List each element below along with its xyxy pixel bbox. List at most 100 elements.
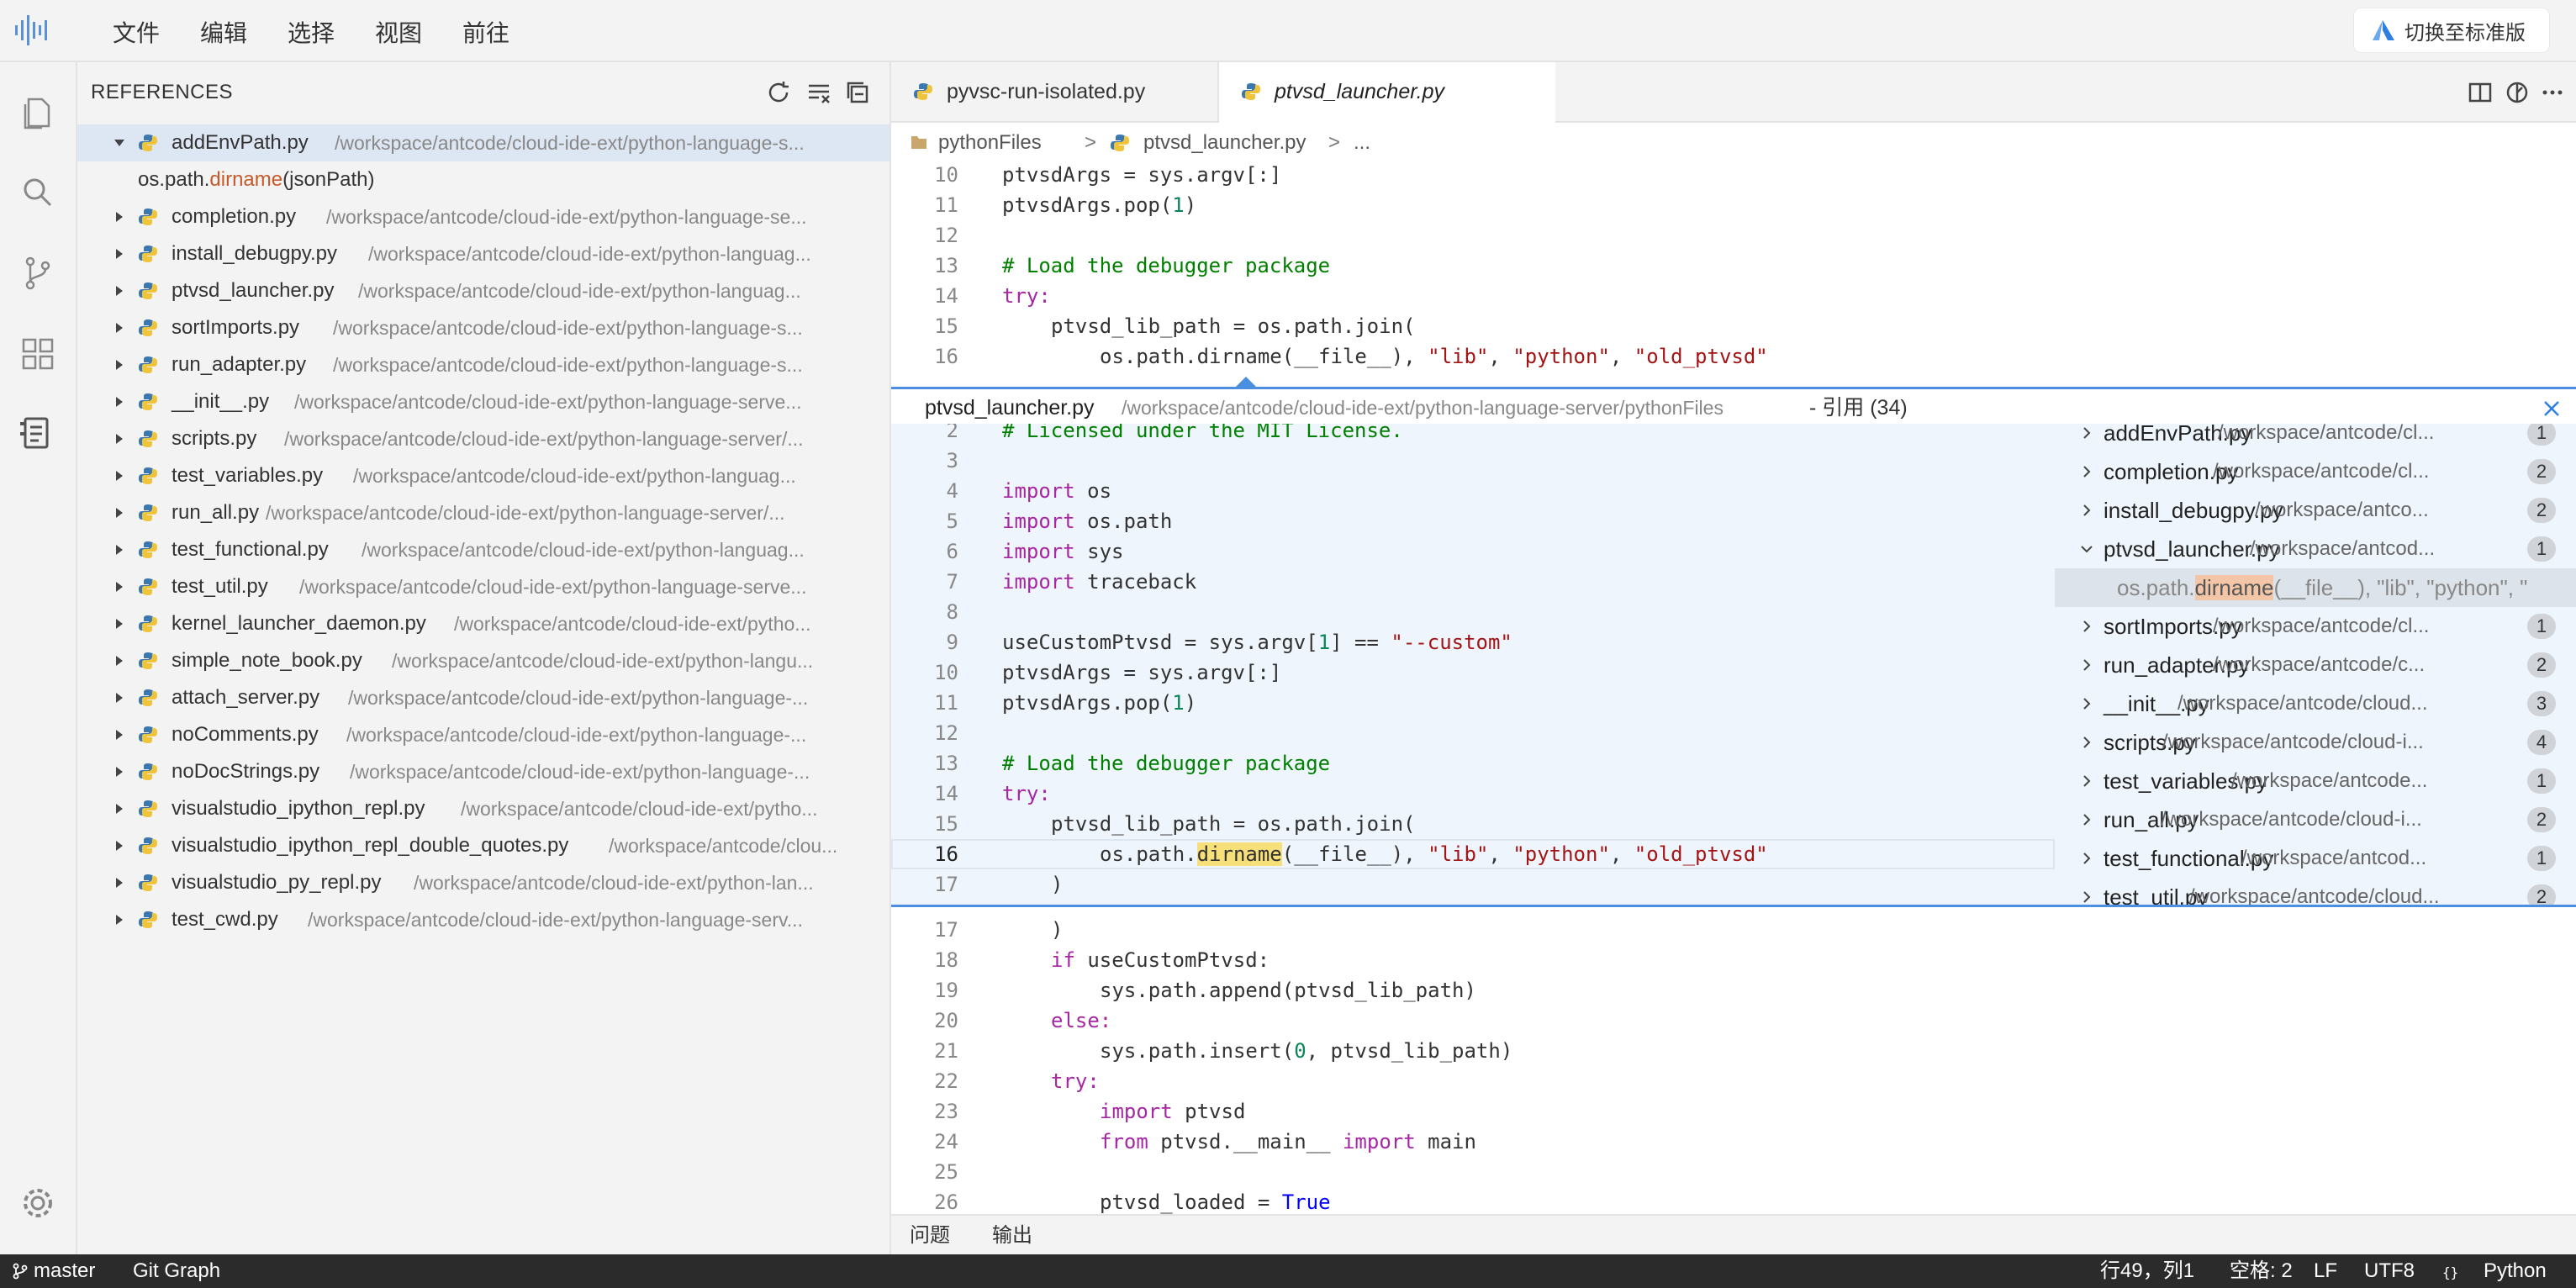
reference-file-item[interactable]: ptvsd_launcher.py/workspace/antcode/clou… xyxy=(77,272,889,309)
reference-file-item[interactable]: visualstudio_ipython_repl.py/workspace/a… xyxy=(77,790,889,827)
peek-reference-item[interactable]: test_util.py/workspace/antcode/cloud... 2 xyxy=(2055,878,2576,905)
settings-gear-icon[interactable] xyxy=(18,1184,57,1222)
language-braces-icon: {} xyxy=(2442,1264,2458,1280)
indentation[interactable]: 空格: 2 xyxy=(2230,1254,2293,1288)
peek-file-name: ptvsd_launcher.py xyxy=(925,396,1095,420)
menu-file[interactable]: 文件 xyxy=(113,15,160,49)
reference-file-selected[interactable]: addEnvPath.py /workspace/antcode/cloud-i… xyxy=(77,124,889,161)
tab-output[interactable]: 输出 xyxy=(992,1216,1032,1256)
chevron-right-icon xyxy=(2083,466,2091,478)
chevron-right-icon xyxy=(116,878,123,888)
menubar: 文件 编辑 选择 视图 前往 切换至标准版 xyxy=(0,0,2576,62)
reference-count-badge: 3 xyxy=(2527,691,2556,716)
reference-path: /workspace/antcode/cloud-i... xyxy=(2161,808,2422,831)
menu-go[interactable]: 前往 xyxy=(462,15,509,49)
reference-file-item[interactable]: noDocStrings.py/workspace/antcode/cloud-… xyxy=(77,753,889,790)
reference-file-item[interactable]: visualstudio_ipython_repl_double_quotes.… xyxy=(77,827,889,864)
reference-match[interactable]: os.path.dirname(jsonPath) xyxy=(138,161,375,198)
reference-file-item[interactable]: test_variables.py/workspace/antcode/clou… xyxy=(77,457,889,494)
chevron-right-icon xyxy=(116,508,123,518)
chevron-right-icon xyxy=(2083,891,2091,903)
peek-reference-item[interactable]: install_debugpy.py/workspace/antco... 2 xyxy=(2055,491,2576,530)
refresh-icon[interactable] xyxy=(765,79,792,106)
reference-file-item[interactable]: run_adapter.py/workspace/antcode/cloud-i… xyxy=(77,346,889,383)
tab-ptvsd-launcher[interactable]: ptvsd_launcher.py xyxy=(1219,62,1555,123)
git-graph[interactable]: Git Graph xyxy=(133,1254,220,1288)
search-icon[interactable] xyxy=(18,173,57,212)
switch-edition-button[interactable]: 切换至标准版 xyxy=(2354,8,2549,52)
explorer-icon[interactable] xyxy=(18,92,57,131)
close-icon[interactable] xyxy=(2542,399,2561,418)
peek-reference-item[interactable]: test_variables.py/workspace/antcode... 1 xyxy=(2055,762,2576,800)
reference-file-item[interactable]: attach_server.py/workspace/antcode/cloud… xyxy=(77,679,889,716)
menu-view[interactable]: 视图 xyxy=(375,15,422,49)
collapse-all-icon[interactable] xyxy=(844,79,871,106)
reference-file-item[interactable]: install_debugpy.py/workspace/antcode/clo… xyxy=(77,235,889,272)
code-editor-bottom[interactable]: 17) 18 if useCustomPtvsd: 19 sys.path.appe… xyxy=(891,915,2576,1214)
reference-file-item[interactable]: scripts.py/workspace/antcode/cloud-ide-e… xyxy=(77,420,889,457)
file-name: run_all.py xyxy=(172,501,260,524)
breadcrumb-file[interactable]: ptvsd_launcher.py xyxy=(1143,121,1306,165)
python-file-icon xyxy=(139,874,157,891)
peek-reference-item[interactable]: run_adapter.py/workspace/antcode/c... 2 xyxy=(2055,646,2576,684)
python-file-icon xyxy=(139,652,157,669)
branch-name[interactable]: master xyxy=(34,1254,95,1288)
peek-reference-item[interactable]: test_functional.py/workspace/antcod... 1 xyxy=(2055,839,2576,878)
chevron-right-icon xyxy=(2083,775,2091,787)
chevron-right-icon xyxy=(116,841,123,851)
reference-file-item[interactable]: noComments.py/workspace/antcode/cloud-id… xyxy=(77,716,889,753)
references-icon[interactable] xyxy=(18,414,57,452)
match-prefix: os.path. xyxy=(2117,575,2195,600)
python-file-icon xyxy=(139,393,157,410)
file-path: /workspace/antcode/cloud-ide-ext/python-… xyxy=(346,724,807,746)
tab-problems[interactable]: 问题 xyxy=(910,1216,950,1256)
breadcrumb-folder[interactable]: pythonFiles xyxy=(938,121,1042,165)
reference-file-item[interactable]: visualstudio_py_repl.py/workspace/antcod… xyxy=(77,864,889,901)
end-of-line[interactable]: LF xyxy=(2314,1254,2337,1288)
peek-reference-item[interactable]: addEnvPath.py/workspace/antcode/cl... 1 xyxy=(2055,424,2576,452)
peek-reference-item[interactable]: run_all.py/workspace/antcode/cloud-i... 2 xyxy=(2055,800,2576,839)
file-name: install_debugpy.py xyxy=(172,242,338,265)
code-editor-top[interactable]: 10 ptvsdArgs = sys.argv[:] 11 ptvsdArgs.po… xyxy=(891,160,2576,387)
reference-file-item[interactable]: test_functional.py/workspace/antcode/clo… xyxy=(77,531,889,568)
more-actions-icon[interactable] xyxy=(2541,81,2564,104)
python-file-icon xyxy=(139,319,157,336)
menu-edit[interactable]: 编辑 xyxy=(200,15,247,49)
peek-reference-match[interactable]: os.path.dirname(__file__), "lib", "pytho… xyxy=(2055,568,2576,607)
reference-file-item[interactable]: test_cwd.py/workspace/antcode/cloud-ide-… xyxy=(77,901,889,938)
reference-file-item[interactable]: test_util.py/workspace/antcode/cloud-ide… xyxy=(77,568,889,605)
breadcrumb-more[interactable]: ... xyxy=(1354,121,1370,165)
reference-file-item[interactable]: sortImports.py/workspace/antcode/cloud-i… xyxy=(77,309,889,346)
peek-reference-item[interactable]: __init__.py/workspace/antcode/cloud... 3 xyxy=(2055,684,2576,723)
split-editor-icon[interactable] xyxy=(2468,81,2492,104)
reference-path: /workspace/antcode/cloud-i... xyxy=(2162,731,2424,753)
peek-reference-item[interactable]: scripts.py/workspace/antcode/cloud-i... 4 xyxy=(2055,723,2576,762)
cursor-position[interactable]: 行49，列1 xyxy=(2100,1254,2194,1288)
reference-file-item[interactable]: completion.py/workspace/antcode/cloud-id… xyxy=(77,198,889,235)
source-control-icon[interactable] xyxy=(18,254,57,293)
file-name: scripts.py xyxy=(172,427,257,450)
open-changes-icon[interactable] xyxy=(2505,81,2529,104)
peek-code[interactable]: 2 # Licensed under the MIT License. 3 4 im… xyxy=(891,424,2055,905)
chevron-right-icon xyxy=(116,693,123,703)
reference-file-item[interactable]: kernel_launcher_daemon.py/workspace/antc… xyxy=(77,605,889,642)
peek-file-path: /workspace/antcode/cloud-ide-ext/python-… xyxy=(1122,397,1723,419)
encoding[interactable]: UTF8 xyxy=(2364,1254,2415,1288)
peek-reference-item[interactable]: ptvsd_launcher.py/workspace/antcod... 1 xyxy=(2055,530,2576,568)
reference-path: /workspace/antcod... xyxy=(2250,537,2436,560)
reference-file-item[interactable]: __init__.py/workspace/antcode/cloud-ide-… xyxy=(77,383,889,420)
extensions-icon[interactable] xyxy=(18,335,57,373)
peek-reference-item[interactable]: sortImports.py/workspace/antcode/cl... 1 xyxy=(2055,607,2576,646)
reference-count-badge: 1 xyxy=(2527,536,2556,562)
clear-results-icon[interactable] xyxy=(805,79,832,106)
chevron-right-icon xyxy=(116,767,123,777)
tab-pyvsc-run-isolated[interactable]: pyvsc-run-isolated.py xyxy=(891,62,1219,121)
peek-reference-item[interactable]: completion.py/workspace/antcode/cl... 2 xyxy=(2055,452,2576,491)
language-mode[interactable]: Python xyxy=(2484,1254,2547,1288)
python-file-icon xyxy=(1111,135,1129,151)
reference-file-item[interactable]: simple_note_book.py/workspace/antcode/cl… xyxy=(77,642,889,679)
reference-count-badge: 2 xyxy=(2527,807,2556,832)
menu-select[interactable]: 选择 xyxy=(288,15,335,49)
reference-file-item[interactable]: run_all.py/workspace/antcode/cloud-ide-e… xyxy=(77,494,889,531)
python-file-icon xyxy=(139,763,157,780)
